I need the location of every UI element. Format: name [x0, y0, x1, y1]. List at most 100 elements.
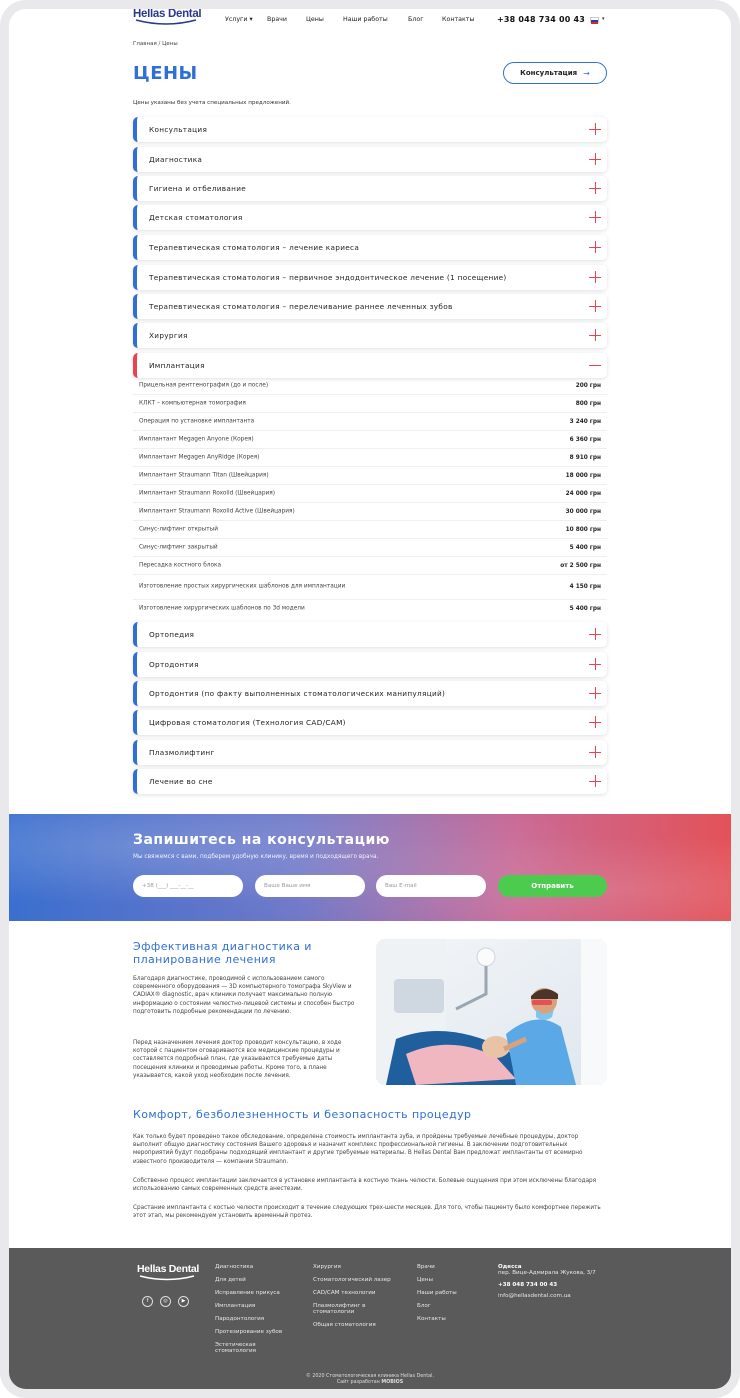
accordion-sleep-treatment[interactable]: Лечение во сне — [133, 769, 607, 794]
article-paragraph: Благодаря диагностике, проводимой с испо… — [133, 976, 355, 1015]
footer-link[interactable]: Стоматологический лазер — [313, 1277, 391, 1283]
price-row: Имплантант Straumann Roxolid Active (Шве… — [133, 503, 607, 521]
footer-link[interactable]: Эстетическая стоматология — [215, 1342, 285, 1355]
header-phone[interactable]: +38 048 734 00 43 — [497, 15, 585, 24]
email-field[interactable]: Ваш E-mail — [376, 875, 486, 897]
price-service: Прицельная рентгенография (до и после) — [139, 382, 269, 389]
breadcrumb[interactable]: Главная / Цены — [133, 41, 178, 47]
plus-icon — [589, 123, 601, 135]
price-service: Имплантант Straumann Titan (Швейцария) — [139, 472, 269, 478]
footer-link[interactable]: Блог — [417, 1303, 477, 1309]
developer-credit: Сайт разработан MOBIOS — [9, 1380, 731, 1386]
plus-icon — [589, 182, 601, 194]
plus-icon — [589, 271, 601, 283]
consultation-button[interactable]: Консультация → — [503, 62, 607, 84]
price-service: Изготовление простых хирургических шабло… — [139, 583, 346, 590]
nav-blog[interactable]: Блог — [408, 16, 442, 23]
footer-link[interactable]: Контакты — [417, 1316, 477, 1322]
name-field[interactable]: Ваше Ваше имя — [255, 875, 365, 897]
accordion-surgery[interactable]: Хирургия — [133, 323, 607, 348]
phone-field[interactable]: +38 (___) ___-__-__ — [133, 875, 243, 897]
footer-link[interactable]: Имплантация — [215, 1303, 285, 1309]
footer-link[interactable]: CAD/CAM технологии — [313, 1290, 391, 1296]
accordion-label: Терапевтическая стоматология – лечение к… — [149, 243, 360, 252]
accordion-orthodontics-fact[interactable]: Ортодонтия (по факту выполненных стомато… — [133, 681, 607, 706]
accordion-label: Диагностика — [149, 155, 203, 164]
accordion-cadcam[interactable]: Цифровая стоматология (Технология CAD/CA… — [133, 710, 607, 735]
nav-contacts[interactable]: Контакты — [442, 16, 482, 23]
footer-link[interactable]: Хирургия — [313, 1264, 391, 1270]
accordion-label: Терапевтическая стоматология – перелечив… — [149, 302, 453, 311]
footer-menu-col: Врачи Цены Наши работы Блог Контакты — [417, 1264, 477, 1329]
dentist-illustration — [376, 939, 607, 1085]
prices-note: Цены указаны без учета специальных предл… — [133, 100, 291, 106]
accordion-consultation[interactable]: Консультация — [133, 117, 607, 142]
minus-icon — [589, 365, 601, 366]
plus-icon — [589, 628, 601, 640]
article-paragraph: Перед назначением лечения доктор проводи… — [133, 1040, 342, 1079]
developer-link[interactable]: MOBIOS — [381, 1380, 403, 1385]
accordion-label: Терапевтическая стоматология – первичное… — [149, 273, 507, 282]
accordion-orthopedics[interactable]: Ортопедия — [133, 622, 607, 647]
plus-icon — [589, 153, 601, 165]
footer-logo[interactable]: Hellas Dental — [137, 1263, 199, 1281]
accordion-label: Цифровая стоматология (Технология CAD/CA… — [149, 718, 346, 727]
price-service: Синус-лифтинг закрытый — [139, 544, 218, 550]
accordion-caries[interactable]: Терапевтическая стоматология – лечение к… — [133, 235, 607, 260]
footer-phone[interactable]: +38 048 734 00 43 — [498, 1282, 598, 1288]
accordion-hygiene[interactable]: Гигиена и отбеливание — [133, 176, 607, 201]
language-caret-icon[interactable]: ▾ — [602, 16, 605, 22]
price-service: Пересадка костного блока — [139, 562, 222, 568]
instagram-icon[interactable]: ◎ — [160, 1296, 171, 1307]
main-nav: Услуги ▾ Врачи Цены Наши работы Блог Кон… — [225, 16, 482, 23]
footer-link[interactable]: Наши работы — [417, 1290, 477, 1296]
page-title: ЦЕНЫ — [133, 63, 198, 84]
accordion-diagnostics[interactable]: Диагностика — [133, 147, 607, 172]
price-row: Имплантант Megagen Anyone (Корея) 6 360 г… — [133, 431, 607, 449]
nav-services[interactable]: Услуги ▾ — [225, 16, 267, 23]
accordion-plasmolifting[interactable]: Плазмолифтинг — [133, 740, 607, 765]
dentist-photo — [376, 939, 607, 1085]
footer-link[interactable]: Исправление прикуса — [215, 1290, 285, 1296]
article-heading-diagnostics: Эффективная диагностика и планирование л… — [133, 940, 312, 966]
price-row: КЛКТ – компьютерная томография 800 грн — [133, 395, 607, 413]
price-value: от 2 500 грн — [560, 562, 601, 569]
article-heading-comfort: Комфорт, безболезненность и безопасность… — [133, 1108, 472, 1121]
page: Hellas Dental Услуги ▾ Врачи Цены Наши р… — [9, 0, 731, 1390]
developer-prefix: Сайт разработан — [336, 1380, 380, 1385]
facebook-icon[interactable]: f — [142, 1296, 153, 1307]
footer-link[interactable]: Диагностика — [215, 1264, 285, 1270]
language-flag-icon[interactable] — [590, 17, 599, 24]
price-value: 200 грн — [575, 383, 601, 389]
nav-prices[interactable]: Цены — [306, 16, 343, 23]
nav-doctors[interactable]: Врачи — [267, 16, 306, 23]
footer-link[interactable]: Протезирование зубов — [215, 1329, 285, 1335]
youtube-icon[interactable]: ▶ — [178, 1296, 189, 1307]
footer-link[interactable]: Пародонтология — [215, 1316, 285, 1322]
price-value: 24 000 грн — [565, 490, 601, 497]
nav-works[interactable]: Наши работы — [343, 16, 408, 23]
footer-email[interactable]: info@hellasdental.com.ua — [498, 1293, 598, 1299]
price-service: Имплантант Megagen AnyRidge (Корея) — [139, 454, 260, 460]
price-row: Синус-лифтинг закрытый 5 400 грн — [133, 539, 607, 557]
accordion-retreatment[interactable]: Терапевтическая стоматология – перелечив… — [133, 294, 607, 319]
footer-link[interactable]: Общая стоматология — [313, 1322, 391, 1328]
consultation-form-section: Запишитесь на консультацию Мы свяжемся с… — [9, 814, 731, 921]
footer-link[interactable]: Врачи — [417, 1264, 477, 1270]
footer-link[interactable]: Для детей — [215, 1277, 285, 1283]
form-subtitle: Мы свяжемся с вами, подберем удобную кли… — [133, 854, 379, 860]
footer-link[interactable]: Плазмолифтинг в стоматологии — [313, 1303, 391, 1316]
price-service: КЛКТ – компьютерная томография — [139, 400, 246, 406]
submit-button[interactable]: Отправить — [498, 875, 607, 897]
price-value: 18 000 грн — [565, 472, 601, 479]
band-background — [9, 814, 731, 921]
price-row: Прицельная рентгенография (до и после) 20… — [133, 378, 607, 395]
accordion-endodontic[interactable]: Терапевтическая стоматология – первичное… — [133, 265, 607, 290]
accordion-label: Детская стоматология — [149, 213, 243, 222]
accordion-implantation[interactable]: Имплантация — [133, 353, 607, 378]
logo-smile-icon — [135, 19, 197, 25]
accordion-kids[interactable]: Детская стоматология — [133, 205, 607, 230]
logo[interactable]: Hellas Dental — [133, 8, 205, 26]
footer-link[interactable]: Цены — [417, 1277, 477, 1283]
accordion-orthodontics[interactable]: Ортодонтия — [133, 652, 607, 677]
